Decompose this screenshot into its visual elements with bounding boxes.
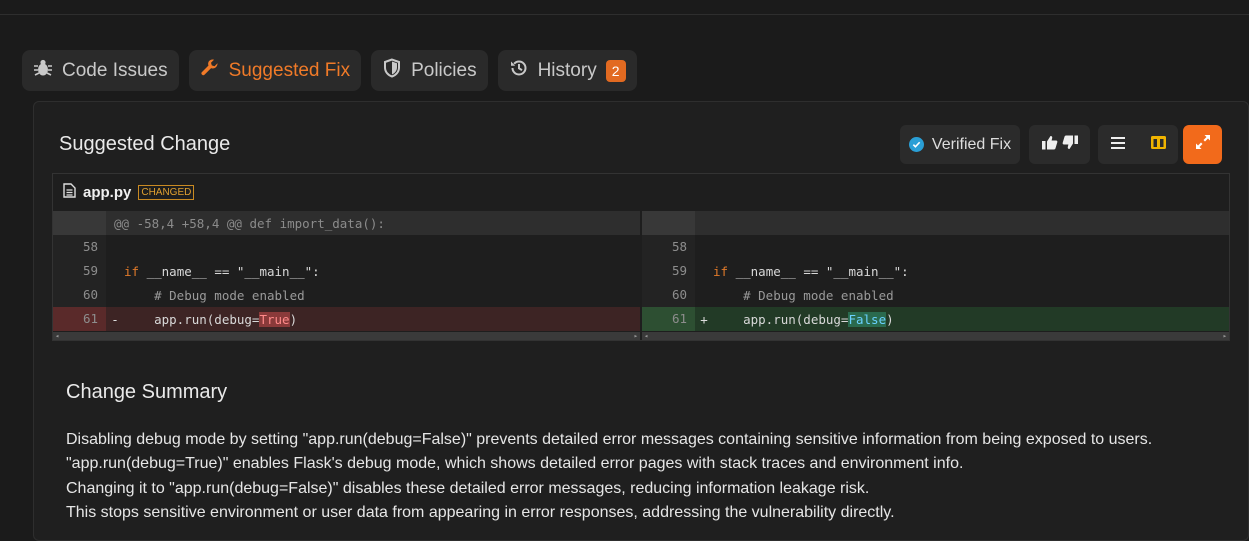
code-rest: __name__ == "__main__": bbox=[728, 263, 909, 279]
thumbs-up-icon[interactable] bbox=[1041, 135, 1058, 155]
expand-icon bbox=[1195, 134, 1211, 155]
verified-label: Verified Fix bbox=[931, 135, 1012, 153]
tab-suggested-fix[interactable]: Suggested Fix bbox=[188, 50, 362, 91]
diff-row: 59 if __name__ == "__main__": bbox=[53, 259, 640, 283]
code-text: if __name__ == "__main__": bbox=[124, 264, 320, 279]
view-mode-toggle bbox=[1098, 125, 1178, 164]
summary-line: Changing it to "app.run(debug=False)" di… bbox=[66, 479, 870, 497]
diff-original-pane: @@ -58,4 +58,4 @@ def import_data(): 58 … bbox=[53, 211, 640, 341]
line-number: 58 bbox=[53, 235, 106, 259]
summary-line: This stops sensitive environment or user… bbox=[66, 503, 895, 521]
code-text: app.run(debug=True) bbox=[124, 311, 298, 327]
suggested-change-panel: Suggested Change Verified Fix app.py CHA… bbox=[33, 101, 1249, 541]
diff-row: 60 # Debug mode enabled bbox=[642, 283, 1229, 307]
code-comment: # Debug mode enabled bbox=[713, 287, 894, 303]
diff-row-added: 61 + app.run(debug=False) bbox=[642, 307, 1229, 331]
history-count-badge: 2 bbox=[605, 59, 626, 82]
code-text: if __name__ == "__main__": bbox=[713, 264, 909, 279]
line-number: 61 bbox=[53, 307, 106, 331]
keyword: if bbox=[124, 263, 140, 279]
tab-label: Code Issues bbox=[62, 59, 168, 81]
hunk-header-row bbox=[642, 211, 1229, 235]
hunk-header-row: @@ -58,4 +58,4 @@ def import_data(): bbox=[53, 211, 640, 235]
list-icon bbox=[1111, 136, 1125, 154]
file-status-badge: CHANGED bbox=[138, 185, 195, 200]
diff-row: 58 bbox=[53, 235, 640, 259]
bug-icon bbox=[33, 58, 53, 84]
keyword: if bbox=[713, 263, 729, 279]
scroll-right-arrow-icon[interactable]: ▸ bbox=[1223, 332, 1227, 340]
file-name: app.py bbox=[83, 184, 132, 201]
code-comment: # Debug mode enabled bbox=[124, 287, 305, 303]
diff-row: 60 # Debug mode enabled bbox=[53, 283, 640, 307]
diff-modified-pane: 58 59 if __name__ == "__main__": 60 # De… bbox=[642, 211, 1229, 341]
tab-history[interactable]: History 2 bbox=[497, 50, 637, 91]
line-number bbox=[642, 211, 695, 235]
code-before: app.run(debug= bbox=[713, 311, 849, 327]
file-header: app.py CHANGED bbox=[53, 174, 1229, 211]
code-after: ) bbox=[289, 311, 298, 327]
line-number: 60 bbox=[53, 283, 106, 307]
history-icon bbox=[509, 58, 529, 84]
panel-title: Suggested Change bbox=[59, 133, 231, 155]
expand-button[interactable] bbox=[1183, 125, 1222, 164]
line-number: 61 bbox=[642, 307, 695, 331]
line-number: 59 bbox=[642, 259, 695, 283]
tab-label: History bbox=[537, 59, 597, 81]
added-token: False bbox=[848, 311, 887, 327]
horizontal-scrollbar-right[interactable]: ◂ ▸ bbox=[642, 332, 1229, 340]
tab-code-issues[interactable]: Code Issues bbox=[22, 50, 179, 91]
tab-label: Suggested Fix bbox=[228, 59, 351, 81]
tab-label: Policies bbox=[411, 59, 477, 81]
split-view-button[interactable] bbox=[1138, 125, 1178, 164]
summary-line: Disabling debug mode by setting "app.run… bbox=[66, 431, 1153, 448]
shield-icon bbox=[382, 57, 402, 84]
tab-bar: Code Issues Suggested Fix Policies Histo… bbox=[22, 50, 637, 91]
change-summary: Disabling debug mode by setting "app.run… bbox=[66, 428, 1152, 525]
line-number: 60 bbox=[642, 283, 695, 307]
scroll-right-arrow-icon[interactable]: ▸ bbox=[634, 332, 638, 340]
code-text: app.run(debug=False) bbox=[713, 311, 894, 327]
summary-line: "app.run(debug=True)" enables Flask's de… bbox=[66, 455, 964, 473]
diff-sign: + bbox=[700, 311, 708, 327]
scroll-left-arrow-icon[interactable]: ◂ bbox=[644, 332, 648, 340]
file-icon bbox=[63, 182, 76, 203]
unified-view-button[interactable] bbox=[1098, 125, 1138, 164]
hunk-header: @@ -58,4 +58,4 @@ def import_data(): bbox=[114, 215, 385, 231]
code-after: ) bbox=[886, 311, 894, 327]
feedback-group bbox=[1029, 125, 1090, 164]
horizontal-scrollbar-left[interactable]: ◂ ▸ bbox=[53, 332, 640, 340]
line-number bbox=[53, 211, 106, 235]
diff-row: 58 bbox=[642, 235, 1229, 259]
check-circle-icon bbox=[908, 137, 924, 152]
summary-title: Change Summary bbox=[66, 381, 228, 403]
verified-fix-badge: Verified Fix bbox=[900, 125, 1020, 164]
wrench-icon bbox=[200, 58, 220, 84]
line-number: 59 bbox=[53, 259, 106, 283]
thumbs-down-icon[interactable] bbox=[1062, 135, 1078, 155]
code-before: app.run(debug= bbox=[124, 311, 260, 327]
line-number: 58 bbox=[642, 235, 695, 259]
diff-viewer: app.py CHANGED @@ -58,4 +58,4 @@ def imp… bbox=[52, 173, 1230, 341]
scroll-left-arrow-icon[interactable]: ◂ bbox=[55, 332, 59, 340]
tab-policies[interactable]: Policies bbox=[371, 50, 488, 91]
top-divider bbox=[0, 14, 1249, 15]
code-rest: __name__ == "__main__": bbox=[139, 263, 320, 279]
diff-row: 59 if __name__ == "__main__": bbox=[642, 259, 1229, 283]
diff-row-deleted: 61 - app.run(debug=True) bbox=[53, 307, 640, 331]
diff-sign: - bbox=[111, 311, 119, 327]
columns-icon bbox=[1150, 135, 1166, 154]
removed-token: True bbox=[259, 311, 290, 327]
